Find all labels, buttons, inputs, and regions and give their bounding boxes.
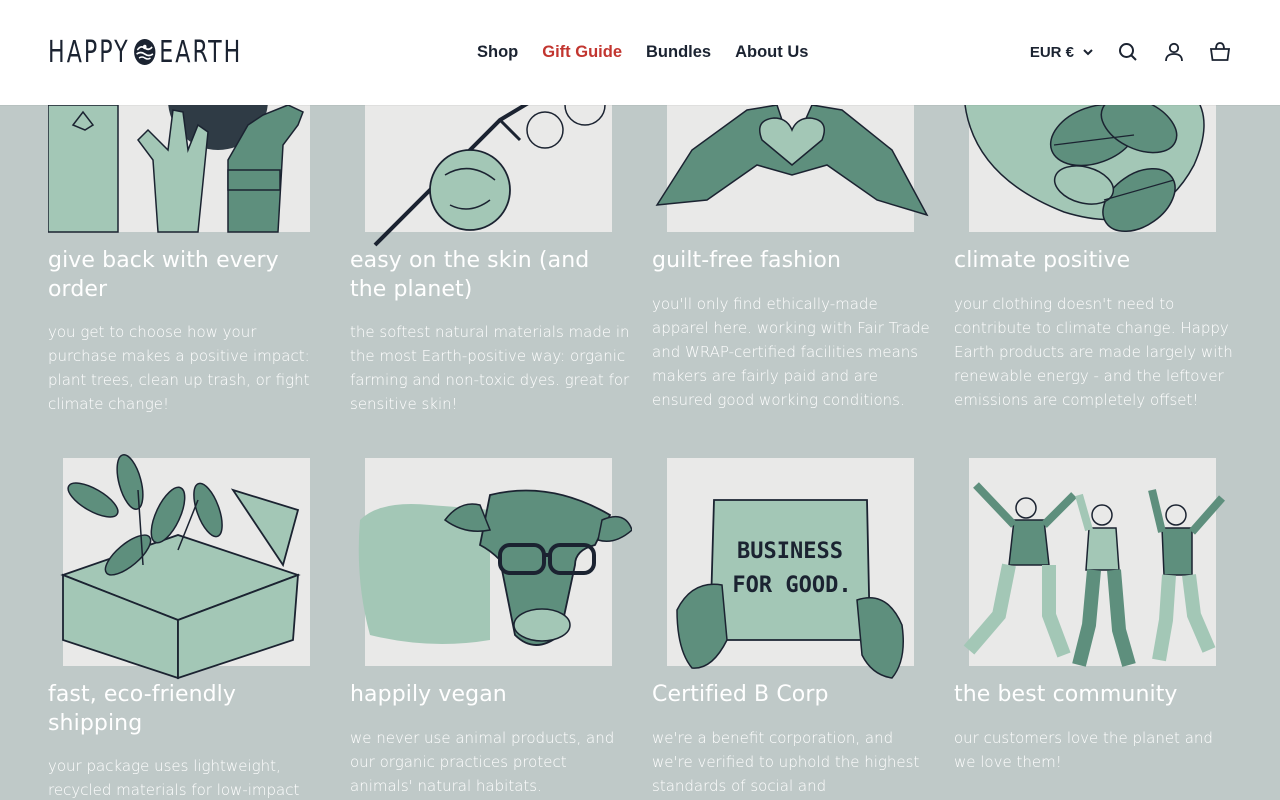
feature-title: guilt-free fashion [652,248,842,273]
currency-selector[interactable]: EUR € [1030,44,1094,61]
box-with-plants-illustration [48,440,330,690]
vegan-cow-illustration [350,440,632,690]
nav-shop[interactable]: Shop [477,41,518,63]
feature-title: give back with every order [48,248,279,302]
globe-logo-icon [133,39,156,65]
feature-title: climate positive [954,248,1131,273]
nav-gift-guide[interactable]: Gift Guide [542,41,622,63]
business-for-good-sign-illustration: BUSINESS FOR GOOD. [652,440,934,690]
currency-label: EUR € [1029,43,1074,61]
feature-text: you get to choose how your purchase make… [48,323,310,413]
feature-text: we're a benefit corporation, and we're v… [652,729,920,795]
logo-text-left: HAPPY [48,34,130,70]
nav-about-us[interactable]: About Us [735,41,808,63]
site-header: HAPPY EARTH Shop Gift Guide Bundles Abou… [0,0,1280,105]
main-nav: Shop Gift Guide Bundles About Us [477,41,808,63]
community-people-illustration [954,440,1236,690]
search-icon[interactable] [1116,40,1140,64]
nav-bundles[interactable]: Bundles [646,41,711,63]
feature-text: your clothing doesn't need to contribute… [954,295,1233,409]
logo-text-right: EARTH [159,34,243,70]
feature-text: you'll only find ethically-made apparel … [652,295,930,409]
account-icon[interactable] [1162,40,1186,64]
sign-line-1: BUSINESS [737,539,843,564]
feature-text: the softest natural materials made in th… [350,323,630,413]
feature-title: the best community [954,682,1178,707]
feature-title: happily vegan [350,682,507,707]
feature-title: fast, eco-friendly shipping [48,682,237,736]
feature-text: our customers love the planet and we lov… [954,729,1213,771]
logo[interactable]: HAPPY EARTH [48,34,285,70]
cart-icon[interactable] [1208,40,1232,64]
header-actions: EUR € [1030,40,1232,64]
feature-title: Certified B Corp [652,682,829,707]
feature-text: your package uses lightweight, recycled … [48,757,300,799]
sign-line-2: FOR GOOD. [732,573,851,598]
feature-text: we never use animal products, and our or… [350,729,615,795]
feature-title: easy on the skin (and the planet) [350,248,590,302]
chevron-down-icon [1083,49,1093,56]
